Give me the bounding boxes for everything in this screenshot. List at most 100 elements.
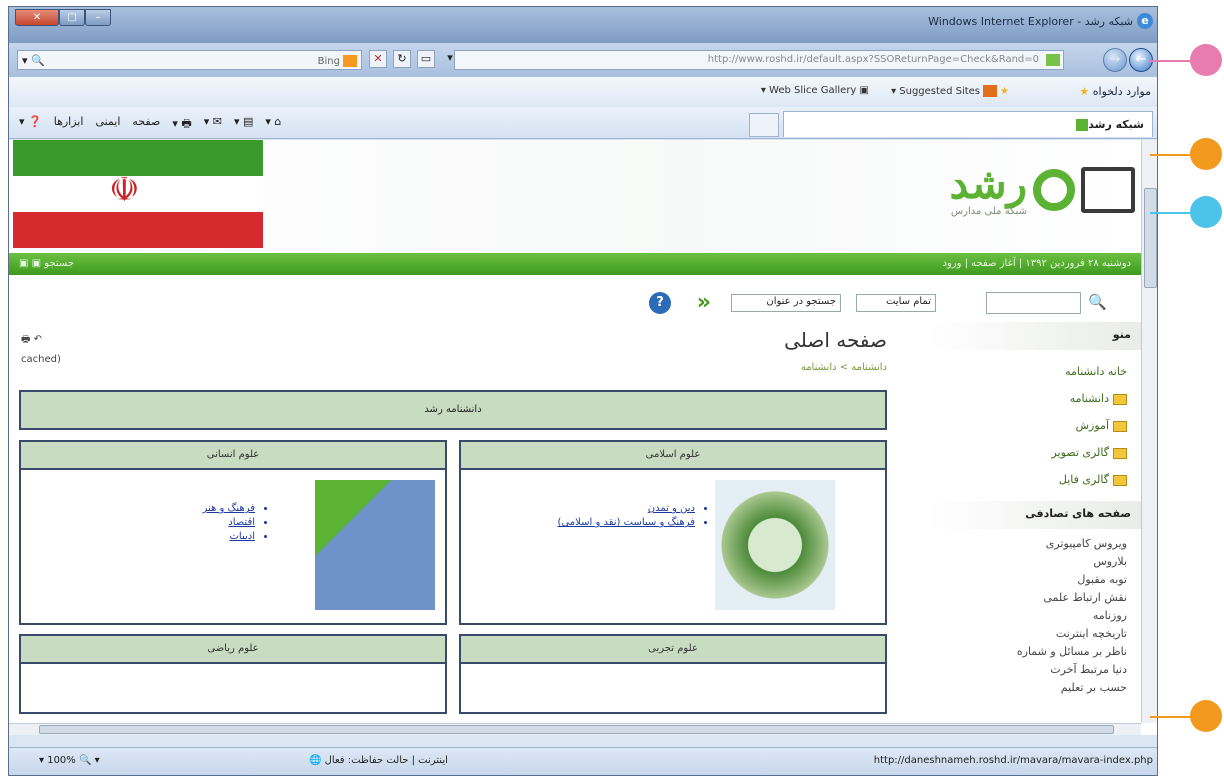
random-link[interactable]: توبه مقبول bbox=[941, 571, 1127, 589]
site-search-row: 🔍 تمام سایت جستجو در عنوان « ? bbox=[9, 288, 1141, 318]
ie-logo-icon: e bbox=[1137, 13, 1153, 29]
logo-text: رشد bbox=[949, 159, 1027, 208]
panel-heading[interactable]: علوم تجربی bbox=[461, 636, 885, 664]
suggested-icon bbox=[983, 85, 998, 97]
screenshot: ✕ □ – Windows Internet Explorer - شبکه ر… bbox=[0, 0, 1224, 782]
help-icon[interactable]: ? bbox=[649, 292, 671, 314]
horizontal-scroll-thumb[interactable] bbox=[39, 725, 1114, 734]
globe-icon: 🌐 bbox=[309, 755, 322, 766]
callout-line-orange-bottom bbox=[1150, 716, 1194, 718]
menu-folder-item[interactable]: گالری تصویر bbox=[941, 439, 1127, 466]
panel-link[interactable]: اقتصاد bbox=[202, 516, 255, 530]
random-link[interactable]: حسب بر تعلیم bbox=[941, 679, 1127, 697]
random-link[interactable]: روزنامه bbox=[941, 607, 1127, 625]
print-page-icon[interactable]: 🖶 ↶ bbox=[21, 330, 61, 350]
web-slice-gallery-link[interactable]: ▾ Web Slice Gallery ▣ bbox=[761, 85, 869, 96]
panel-link[interactable]: فرهنگ و هنر bbox=[202, 502, 255, 516]
random-link[interactable]: ویروس کامپیوتری bbox=[941, 535, 1127, 553]
site-favicon-icon bbox=[1046, 54, 1060, 66]
cmd-tools[interactable]: ابزارها bbox=[54, 115, 84, 134]
site-info-bar: دوشنبه ۲۸ فروردین ۱۳۹۲ | آغاز صفحه | ورو… bbox=[9, 253, 1141, 275]
mail-icon[interactable]: ▾ ✉ bbox=[204, 115, 222, 134]
site-search-input[interactable] bbox=[986, 292, 1081, 314]
search-provider: Bing bbox=[317, 55, 340, 67]
folder-icon bbox=[1113, 474, 1127, 486]
panel-heading[interactable]: علوم اسلامی bbox=[461, 442, 885, 470]
security-zone: 🌐 اینترنت | حالت حفاظت: فعال bbox=[309, 755, 448, 766]
folder-icon bbox=[1113, 447, 1127, 459]
logo-book-icon bbox=[1081, 166, 1135, 213]
panel-big[interactable]: دانشنامه رشد bbox=[19, 390, 887, 430]
vertical-scrollbar[interactable] bbox=[1141, 140, 1157, 723]
callout-marker-pink bbox=[1190, 44, 1222, 76]
close-window-button[interactable]: ✕ bbox=[15, 9, 59, 26]
stop-icon[interactable]: ✕ bbox=[369, 50, 387, 68]
minimize-window-button[interactable]: – bbox=[85, 9, 111, 26]
forward-button[interactable]: → bbox=[1103, 48, 1127, 72]
star-icon: ★ bbox=[1079, 85, 1090, 98]
status-bar: ▾ 100% 🔍 ▾ 🌐 اینترنت | حالت حفاظت: فعال … bbox=[9, 747, 1157, 775]
site-logo[interactable]: رشد شبکه ملی مدارس bbox=[949, 162, 1135, 217]
favorites-button[interactable]: ★ موارد دلخواه bbox=[1079, 85, 1151, 98]
suggested-sites-link[interactable]: ▾ Suggested Sites ★ bbox=[891, 85, 1009, 97]
search-type-select[interactable]: جستجو در عنوان bbox=[731, 294, 841, 312]
breadcrumb[interactable]: دانشنامه > دانشنامه bbox=[801, 362, 887, 373]
feeds-icon[interactable]: ▾ ▤ bbox=[234, 115, 253, 134]
random-link[interactable]: تاریخچه اینترنت bbox=[941, 625, 1127, 643]
compat-view-icon[interactable]: ▭ bbox=[417, 50, 435, 68]
logo-circle-icon bbox=[1033, 168, 1075, 211]
panel-heading[interactable]: علوم ریاضی bbox=[21, 636, 445, 664]
double-arrow-icon[interactable]: « bbox=[697, 290, 711, 315]
panel-humanities: علوم انسانی فرهنگ و هنر اقتصاد ادبیات bbox=[19, 440, 447, 625]
address-bar[interactable]: http://www.roshd.ir/default.aspx?SSORetu… bbox=[454, 50, 1064, 70]
panel-links: دین و تمدن فرهنگ و سیاست (نقد و اسلامی) bbox=[558, 502, 695, 530]
status-url: http://daneshnameh.roshd.ir/mavara/mavar… bbox=[873, 755, 1153, 766]
add-favorite-icon[interactable]: ★ bbox=[1000, 86, 1009, 97]
menu-folder-item[interactable]: آموزش bbox=[941, 412, 1127, 439]
menu-folder-item[interactable]: دانشنامه bbox=[941, 385, 1127, 412]
caption-buttons: ✕ □ – bbox=[15, 9, 111, 26]
tab-roshd[interactable]: شبکه رشد bbox=[783, 111, 1153, 137]
panel-link[interactable]: دین و تمدن bbox=[558, 502, 695, 516]
horizontal-scrollbar[interactable] bbox=[9, 723, 1141, 735]
new-tab-button[interactable] bbox=[749, 113, 779, 137]
flag-emblem: ☫ bbox=[109, 170, 140, 210]
cached-label: cached) bbox=[21, 354, 61, 365]
vertical-scroll-thumb[interactable] bbox=[1144, 188, 1157, 288]
address-url: http://www.roshd.ir/default.aspx?SSORetu… bbox=[707, 54, 1039, 65]
search-scope-select[interactable]: تمام سایت bbox=[856, 294, 936, 312]
window-title: Windows Internet Explorer - شبکه رشد bbox=[928, 15, 1133, 28]
print-icon[interactable]: ▾ 🖶 bbox=[172, 115, 191, 134]
random-link[interactable]: بلاروس bbox=[941, 553, 1127, 571]
panel-islamic: علوم اسلامی دین و تمدن فرهنگ و سیاست (نق… bbox=[459, 440, 887, 625]
panel-link[interactable]: ادبیات bbox=[202, 530, 256, 544]
search-box[interactable]: ▾ 🔍 Bing bbox=[17, 50, 362, 70]
rss-icon[interactable] bbox=[343, 54, 357, 67]
help-menu-icon[interactable]: ▾ ❓ bbox=[19, 115, 42, 134]
site-banner: ☫ رشد شبکه ملی مدارس bbox=[9, 140, 1141, 260]
info-bar-left[interactable]: ▣ ▣ جستجو bbox=[19, 258, 74, 269]
panel-math: علوم ریاضی bbox=[19, 634, 447, 714]
callout-line-cyan bbox=[1150, 212, 1194, 214]
menu-folder-item[interactable]: گالری فایل bbox=[941, 466, 1127, 493]
menu-heading: منو bbox=[927, 322, 1141, 350]
cmd-page[interactable]: صفحه bbox=[132, 115, 160, 134]
random-link[interactable]: دنیا مرتبط آخرت bbox=[941, 661, 1127, 679]
panel-heading[interactable]: علوم انسانی bbox=[21, 442, 445, 470]
page-title: صفحه اصلی bbox=[784, 328, 887, 352]
maximize-window-button[interactable]: □ bbox=[59, 9, 85, 26]
refresh-icon[interactable]: ↻ bbox=[393, 50, 411, 68]
random-link[interactable]: ناظر بر مسائل و شماره bbox=[941, 643, 1127, 661]
panel-link[interactable]: فرهنگ و سیاست (نقد و اسلامی) bbox=[558, 516, 695, 530]
menu-home-link[interactable]: خانه دانشنامه bbox=[941, 358, 1127, 385]
cmd-safety[interactable]: ایمنی bbox=[95, 115, 120, 134]
home-icon[interactable]: ▾ ⌂ bbox=[265, 115, 281, 134]
site-search-icon[interactable]: 🔍 bbox=[1088, 293, 1107, 311]
info-bar-text: دوشنبه ۲۸ فروردین ۱۳۹۲ | آغاز صفحه | ورو… bbox=[942, 258, 1131, 269]
random-link[interactable]: نقش ارتباط علمی bbox=[941, 589, 1127, 607]
callout-line-orange-top bbox=[1150, 154, 1194, 156]
zoom-control[interactable]: ▾ 100% 🔍 ▾ bbox=[39, 755, 100, 766]
callout-marker-orange-top bbox=[1190, 138, 1222, 170]
folder-icon bbox=[1113, 393, 1127, 405]
favorites-bar: ★ موارد دلخواه ▾ Suggested Sites ★ ▾ Web … bbox=[9, 77, 1157, 107]
